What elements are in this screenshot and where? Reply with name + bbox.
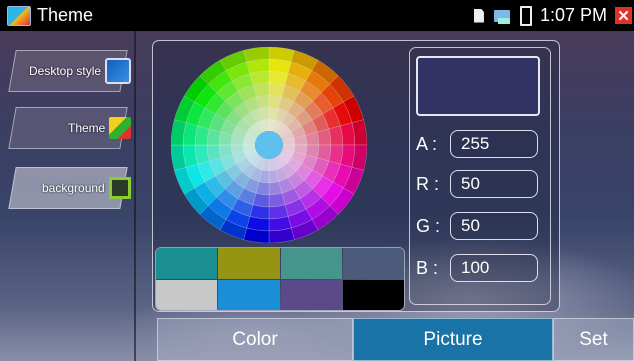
clock: 1:07 PM xyxy=(539,5,607,25)
green-field[interactable]: 50 xyxy=(450,212,538,240)
blue-row: B : 100 xyxy=(416,254,538,282)
color-wheel-segment[interactable] xyxy=(252,82,270,98)
app-title: Theme xyxy=(37,5,94,25)
sidebar-item-label: background xyxy=(42,181,105,195)
palette-swatch[interactable] xyxy=(280,248,342,279)
color-wheel-segment[interactable] xyxy=(206,144,222,162)
color-wheel-segment[interactable] xyxy=(249,70,270,86)
sd-card-icon xyxy=(473,8,484,23)
argb-editor: A : 255 R : 50 G : 50 B : 100 xyxy=(409,47,551,305)
sidebar-item-theme[interactable]: Theme xyxy=(8,107,131,149)
green-label: G : xyxy=(416,215,441,236)
color-wheel-center[interactable] xyxy=(255,131,283,159)
palette-swatch[interactable] xyxy=(156,279,218,310)
theme-icon xyxy=(109,117,131,139)
app-icon xyxy=(7,5,31,26)
color-wheel-segment[interactable] xyxy=(328,125,344,146)
blue-label: B : xyxy=(416,257,439,278)
red-label: R : xyxy=(416,173,440,194)
tab-label: Color xyxy=(232,328,278,350)
color-wheel-segment[interactable] xyxy=(328,144,344,165)
title-bar: Theme 1:07 PM ✕ xyxy=(0,0,634,31)
blue-field[interactable]: 100 xyxy=(450,254,538,282)
background-icon xyxy=(109,177,131,199)
color-wheel-segment[interactable] xyxy=(268,204,289,220)
palette-swatch[interactable] xyxy=(280,279,342,310)
network-icon xyxy=(493,9,510,24)
tab-label: Set xyxy=(579,328,608,350)
palette-swatch[interactable] xyxy=(156,248,218,279)
tab-bar: Color Picture Set xyxy=(157,318,634,361)
palette-swatch[interactable] xyxy=(342,248,404,279)
color-panel: A : 255 R : 50 G : 50 B : 100 xyxy=(152,40,560,312)
sidebar-item-background[interactable]: background xyxy=(8,167,131,209)
tab-color[interactable]: Color xyxy=(157,318,353,361)
tab-label: Picture xyxy=(423,328,483,350)
color-wheel-segment[interactable] xyxy=(316,128,332,146)
color-wheel-segment[interactable] xyxy=(249,204,270,220)
color-palette xyxy=(155,247,405,311)
sidebar-item-label: Desktop style xyxy=(28,64,101,78)
alpha-row: A : 255 xyxy=(416,130,538,158)
color-preview xyxy=(416,56,540,116)
status-area: 1:07 PM ✕ xyxy=(473,0,634,31)
red-row: R : 50 xyxy=(416,170,538,198)
red-field[interactable]: 50 xyxy=(450,170,538,198)
color-wheel[interactable] xyxy=(170,46,368,244)
green-row: G : 50 xyxy=(416,212,538,240)
sidebar-item-desktop-style[interactable]: Desktop style xyxy=(8,50,131,92)
color-wheel-segment[interactable] xyxy=(194,144,210,165)
tab-set[interactable]: Set xyxy=(553,318,634,361)
palette-swatch[interactable] xyxy=(218,279,280,310)
color-wheel-segment[interactable] xyxy=(194,125,210,146)
color-wheel-segment[interactable] xyxy=(268,192,286,208)
sidebar: Desktop style Theme background xyxy=(0,31,136,361)
alpha-label: A : xyxy=(416,133,438,154)
color-wheel-segment[interactable] xyxy=(268,70,289,86)
palette-swatch[interactable] xyxy=(342,279,404,310)
alpha-field[interactable]: 255 xyxy=(450,130,538,158)
sidebar-item-label: Theme xyxy=(67,121,105,135)
close-icon[interactable]: ✕ xyxy=(615,7,632,25)
palette-swatch[interactable] xyxy=(218,248,280,279)
battery-icon xyxy=(519,5,532,26)
tab-picture[interactable]: Picture xyxy=(353,318,553,361)
desktop-style-icon xyxy=(105,58,131,84)
